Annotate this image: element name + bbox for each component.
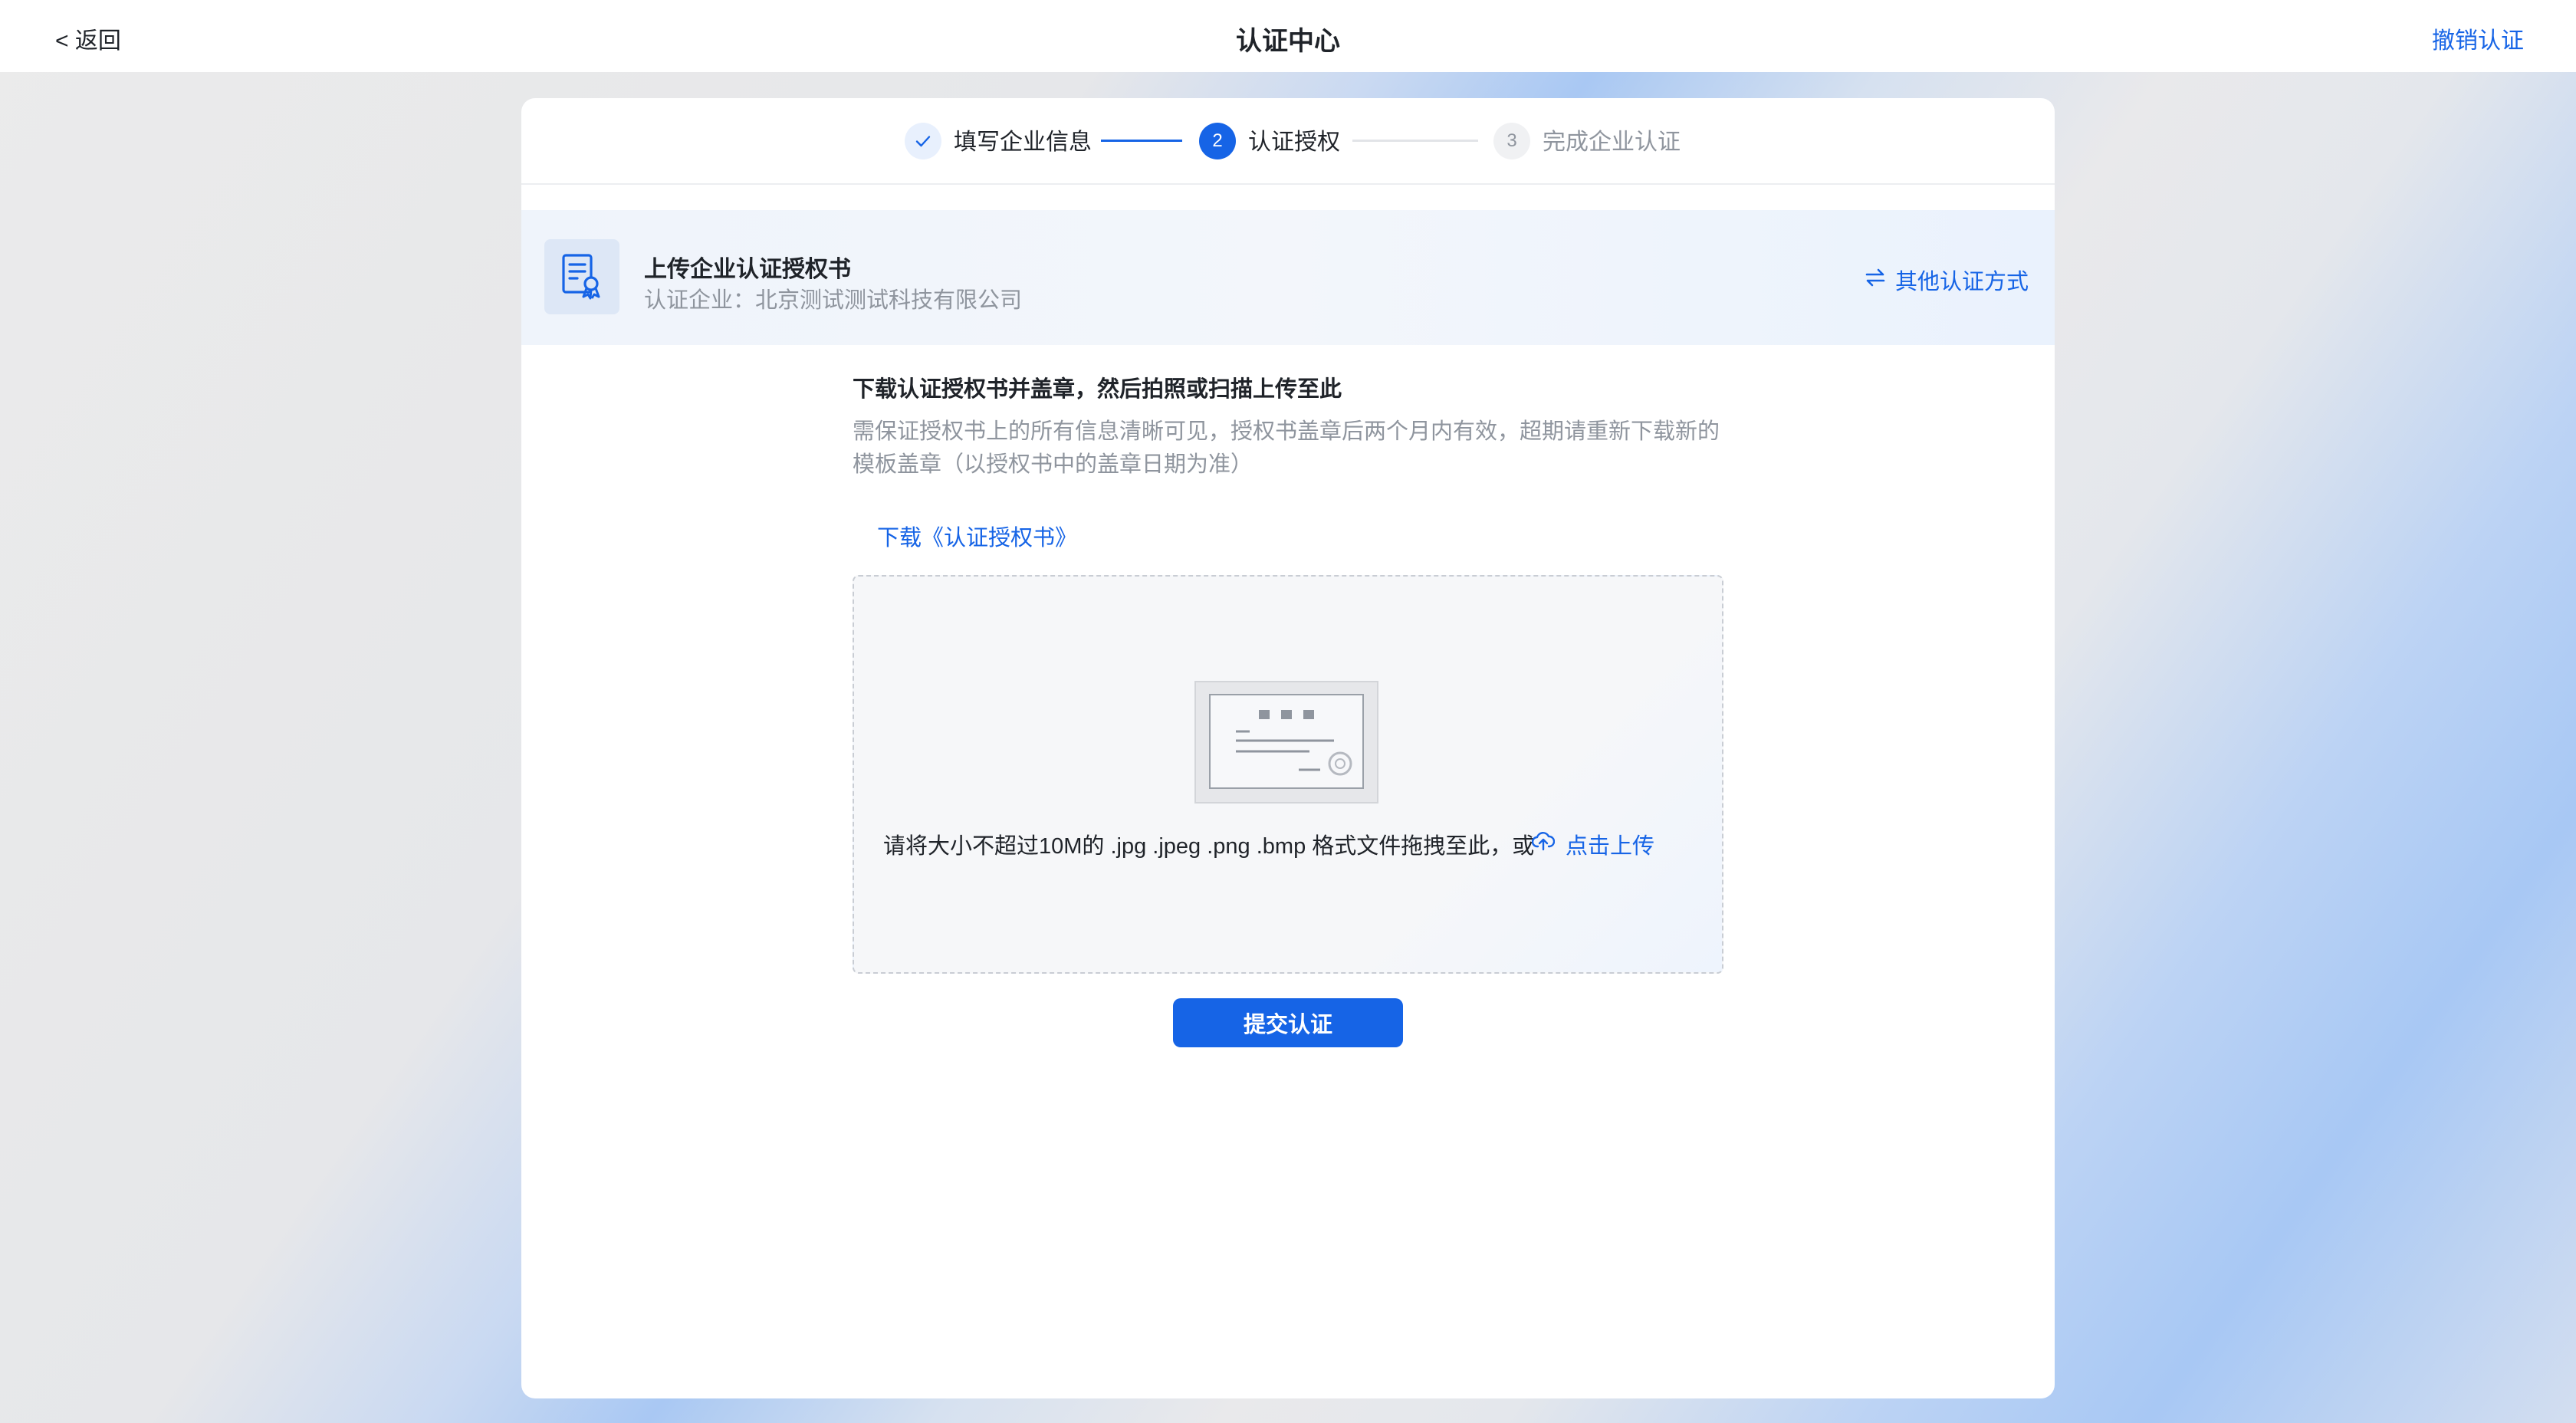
- progress-steps: 填写企业信息 2 认证授权 3 完成企业认证: [521, 98, 2055, 185]
- swap-arrows-icon: [1865, 268, 1886, 293]
- step-2-indicator: 2: [1199, 123, 1236, 159]
- certificate-placeholder-image: [1194, 681, 1378, 804]
- step-1-label: 填写企业信息: [954, 130, 1092, 155]
- instructions-description: 需保证授权书上的所有信息清晰可见，授权书盖章后两个月内有效，超期请重新下载新的模…: [853, 419, 1720, 477]
- certification-card: 填写企业信息 2 认证授权 3 完成企业认证 上传企业认证授权书 认证企业：北京…: [521, 98, 2055, 1398]
- upload-label: 点击上传: [1566, 834, 1655, 859]
- upload-title: 上传企业认证授权书: [644, 257, 851, 282]
- submit-certification-button[interactable]: 提交认证: [1173, 998, 1403, 1047]
- cloud-upload-icon: [1531, 831, 1556, 857]
- dropzone-hint: 请将大小不超过10M的 .jpg .jpeg .png .bmp 格式文件拖拽至…: [883, 834, 1535, 859]
- company-name: 北京测试测试科技有限公司: [755, 288, 1023, 313]
- step-2-label: 认证授权: [1248, 130, 1340, 155]
- other-method-button[interactable]: 其他认证方式: [1865, 264, 2029, 296]
- page-title: 认证中心: [1236, 27, 1340, 56]
- step-1-check-icon: [905, 123, 941, 159]
- step-3-label: 完成企业认证: [1543, 130, 1681, 155]
- other-method-label: 其他认证方式: [1894, 270, 2029, 294]
- revoke-certification-link[interactable]: 撤销认证: [2432, 21, 2524, 55]
- click-upload-button[interactable]: 点击上传: [1531, 828, 1655, 860]
- company-prefix: 认证企业：: [644, 288, 756, 313]
- step-2-number: 2: [1212, 130, 1223, 151]
- company-line: 认证企业：北京测试测试科技有限公司: [644, 282, 1022, 314]
- file-dropzone[interactable]: 请将大小不超过10M的 .jpg .jpeg .png .bmp 格式文件拖拽至…: [853, 575, 1723, 974]
- step-connector-2: [1352, 140, 1478, 142]
- instructions-title: 下载认证授权书并盖章，然后拍照或扫描上传至此: [853, 377, 1342, 402]
- download-authorization-link[interactable]: 下载《认证授权书》: [877, 520, 1077, 552]
- step-3-number: 3: [1506, 130, 1517, 151]
- step-3-indicator: 3: [1493, 123, 1530, 159]
- certificate-doc-icon: [544, 239, 619, 314]
- step-connector-1: [1101, 140, 1182, 142]
- top-header: < 返回 认证中心 撤销认证: [0, 0, 2576, 72]
- upload-info-bar: 上传企业认证授权书 认证企业：北京测试测试科技有限公司 其他认证方式: [521, 210, 2055, 345]
